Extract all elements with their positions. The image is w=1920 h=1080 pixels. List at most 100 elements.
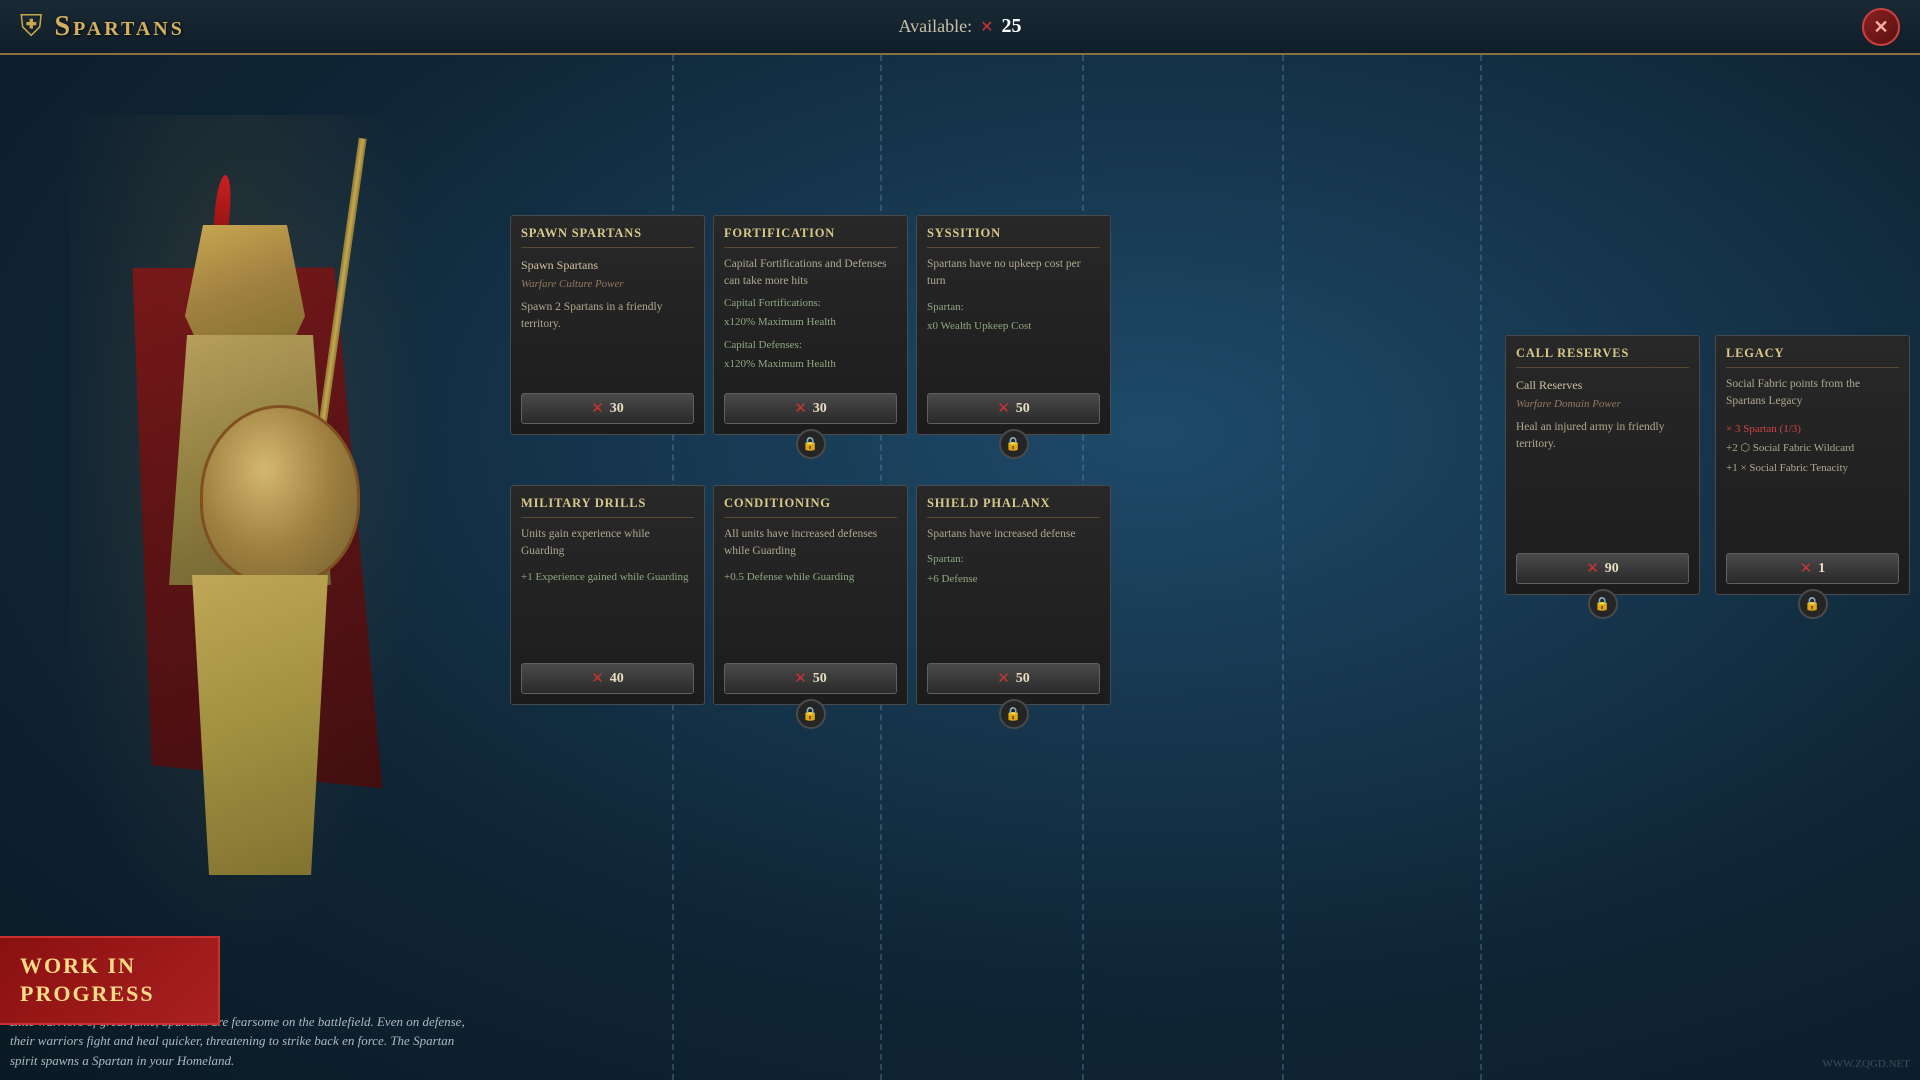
fort-stat-1: Capital Fortifications:: [724, 295, 897, 312]
syssition-stat-2: x0 Wealth Upkeep Cost: [927, 318, 1100, 335]
card-shield-phalanx-content: Spartans have increased defense Spartan:…: [927, 526, 1100, 653]
watermark: WWW.ZQGD.NET: [1822, 1058, 1910, 1070]
legacy-stat-2: +2 ⬡ Social Fabric Wildcard: [1726, 440, 1899, 457]
header: ⛨ Spartans Available: ✕ 25 ✕: [0, 0, 1920, 55]
character-art: [20, 55, 490, 1025]
card-syssition-title: Syssition: [927, 226, 1100, 248]
card-legacy-cost-button[interactable]: ✕ 1: [1726, 553, 1899, 584]
card-conditioning[interactable]: Conditioning All units have increased de…: [713, 485, 908, 705]
cost-value: 90: [1605, 561, 1619, 577]
swords-icon: ✕: [591, 669, 604, 688]
right-col-area: Call Reserves Call Reserves Warfare Doma…: [1505, 335, 1700, 595]
swords-icon: ✕: [1586, 559, 1599, 578]
wip-text: Work InProgress: [20, 952, 198, 1009]
cost-value: 50: [1016, 401, 1030, 417]
legacy-stat-1: × 3 Spartan (1/3): [1726, 421, 1899, 438]
card-fortification-title: Fortification: [724, 226, 897, 248]
card-spawn-spartans-name: Spawn Spartans: [521, 256, 694, 274]
available-label: Available:: [898, 16, 972, 37]
conditioning-stat: +0.5 Defense while Guarding: [724, 569, 897, 586]
swords-icon: ✕: [794, 399, 807, 418]
helmet-icon: ⛨: [20, 10, 43, 44]
available-display: Available: ✕ 25: [898, 15, 1021, 38]
cost-value: 30: [813, 401, 827, 417]
syssition-stat-1: Spartan:: [927, 299, 1100, 316]
watermark-text: WWW.ZQGD.NET: [1822, 1058, 1910, 1070]
lock-icon: 🔒: [999, 699, 1029, 729]
card-spawn-spartans-subtitle: Warfare Culture Power: [521, 276, 694, 293]
legacy-desc: Social Fabric points from the Spartans L…: [1726, 376, 1899, 411]
swords-icon: ✕: [1800, 559, 1813, 578]
legacy-stat-3: +1 × Social Fabric Tenacity: [1726, 460, 1899, 477]
card-conditioning-content: All units have increased defenses while …: [724, 526, 897, 653]
fortification-desc: Capital Fortifications and Defenses can …: [724, 256, 897, 291]
shield-phalanx-desc: Spartans have increased defense: [927, 526, 1100, 543]
card-spawn-spartans[interactable]: Spawn Spartans Spawn Spartans Warfare Cu…: [510, 215, 705, 435]
sword-icon: ✕: [980, 17, 993, 37]
call-reserves-subtitle: Warfare Domain Power: [1516, 396, 1689, 413]
cost-value: 30: [610, 401, 624, 417]
bottom-row-cards: Military Drills Units gain experience wh…: [510, 485, 1111, 705]
card-call-reserves-cost-button[interactable]: ✕ 90: [1516, 553, 1689, 584]
lock-icon: 🔒: [999, 429, 1029, 459]
card-military-drills-content: Units gain experience while Guarding +1 …: [521, 526, 694, 653]
card-conditioning-title: Conditioning: [724, 496, 897, 518]
swords-icon: ✕: [794, 669, 807, 688]
card-syssition-content: Spartans have no upkeep cost per turn Sp…: [927, 256, 1100, 383]
swords-icon: ✕: [591, 399, 604, 418]
cost-value: 50: [813, 671, 827, 687]
close-icon: ✕: [1873, 17, 1888, 38]
spartan-shield: [200, 405, 360, 585]
available-count: 25: [1002, 15, 1022, 38]
syssition-desc: Spartans have no upkeep cost per turn: [927, 256, 1100, 291]
shield-phalanx-stat-2: +6 Defense: [927, 571, 1100, 588]
card-military-drills-cost-button[interactable]: ✕ 40: [521, 663, 694, 694]
lock-icon: 🔒: [1798, 589, 1828, 619]
card-syssition-cost-button[interactable]: ✕ 50: [927, 393, 1100, 424]
top-row-cards: Spawn Spartans Spawn Spartans Warfare Cu…: [510, 215, 1111, 435]
fort-stat-4: x120% Maximum Health: [724, 356, 897, 373]
military-drills-stat: +1 Experience gained while Guarding: [521, 569, 694, 586]
lock-icon: 🔒: [1588, 589, 1618, 619]
card-spawn-spartans-title: Spawn Spartans: [521, 226, 694, 248]
card-spawn-spartans-content: Spawn Spartans Warfare Culture Power Spa…: [521, 256, 694, 383]
card-shield-phalanx-cost-button[interactable]: ✕ 50: [927, 663, 1100, 694]
card-call-reserves[interactable]: Call Reserves Call Reserves Warfare Doma…: [1505, 335, 1700, 595]
cost-value: 50: [1016, 671, 1030, 687]
wip-badge: Work InProgress: [0, 936, 220, 1025]
legacy-col-area: Legacy Social Fabric points from the Spa…: [1715, 335, 1910, 595]
cost-value: 40: [610, 671, 624, 687]
call-reserves-name: Call Reserves: [1516, 376, 1689, 394]
card-military-drills-title: Military Drills: [521, 496, 694, 518]
card-military-drills[interactable]: Military Drills Units gain experience wh…: [510, 485, 705, 705]
card-conditioning-cost-button[interactable]: ✕ 50: [724, 663, 897, 694]
military-drills-desc: Units gain experience while Guarding: [521, 526, 694, 561]
card-fortification-cost-button[interactable]: ✕ 30: [724, 393, 897, 424]
card-syssition[interactable]: Syssition Spartans have no upkeep cost p…: [916, 215, 1111, 435]
card-legacy[interactable]: Legacy Social Fabric points from the Spa…: [1715, 335, 1910, 595]
fort-stat-2: x120% Maximum Health: [724, 314, 897, 331]
cost-value: 1: [1818, 561, 1825, 577]
card-shield-phalanx[interactable]: Shield Phalanx Spartans have increased d…: [916, 485, 1111, 705]
skill-tree: Spawn Spartans Spawn Spartans Warfare Cu…: [490, 55, 1920, 1080]
card-call-reserves-content: Call Reserves Warfare Domain Power Heal …: [1516, 376, 1689, 543]
conditioning-desc: All units have increased defenses while …: [724, 526, 897, 561]
close-button[interactable]: ✕: [1862, 8, 1900, 46]
page-title: Spartans: [55, 11, 185, 43]
card-call-reserves-title: Call Reserves: [1516, 346, 1689, 368]
card-fortification[interactable]: Fortification Capital Fortifications and…: [713, 215, 908, 435]
card-legacy-content: Social Fabric points from the Spartans L…: [1726, 376, 1899, 543]
fort-stat-3: Capital Defenses:: [724, 337, 897, 354]
title-area: ⛨ Spartans: [20, 10, 185, 44]
card-legacy-title: Legacy: [1726, 346, 1899, 368]
lock-icon: 🔒: [796, 429, 826, 459]
card-spawn-spartans-desc: Spawn 2 Spartans in a friendly territory…: [521, 299, 694, 334]
card-shield-phalanx-title: Shield Phalanx: [927, 496, 1100, 518]
swords-icon: ✕: [997, 399, 1010, 418]
card-fortification-content: Capital Fortifications and Defenses can …: [724, 256, 897, 383]
legacy-stats: × 3 Spartan (1/3) +2 ⬡ Social Fabric Wil…: [1726, 421, 1899, 477]
call-reserves-desc: Heal an injured army in friendly territo…: [1516, 419, 1689, 454]
shield-phalanx-stat-1: Spartan:: [927, 551, 1100, 568]
swords-icon: ✕: [997, 669, 1010, 688]
card-spawn-spartans-cost-button[interactable]: ✕ 30: [521, 393, 694, 424]
